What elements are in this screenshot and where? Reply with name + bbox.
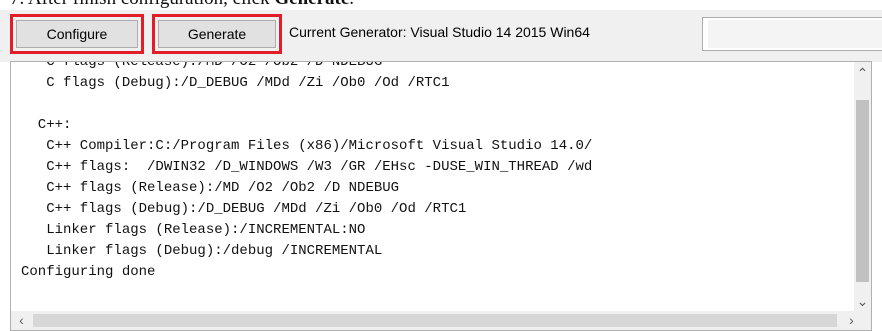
output-line: C++ flags (Release):/MD /O2 /Ob2 /D NDEB… [21, 180, 400, 196]
progress-field-inner [708, 20, 882, 48]
output-log-text: C flags (Release):/MD /O2 /Ob2 /D NDEBUG… [11, 61, 853, 312]
generate-button[interactable]: Generate [158, 20, 276, 48]
instruction-bold: Generate [274, 0, 349, 9]
vertical-scrollbar[interactable]: ⌃ ⌄ [854, 62, 871, 313]
chevron-right-icon[interactable]: › [843, 313, 860, 327]
chevron-left-icon[interactable]: ‹ [13, 313, 30, 327]
output-line: C++ flags: /DWIN32 /D_WINDOWS /W3 /GR /E… [21, 159, 593, 175]
output-line: C flags (Release):/MD /O2 /Ob2 /D NDEBUG [21, 61, 383, 70]
instruction-tail: . [349, 0, 354, 9]
configure-highlight: Configure [10, 14, 144, 54]
output-line: C flags (Debug):/D_DEBUG /MDd /Zi /Ob0 /… [21, 75, 450, 91]
configure-button[interactable]: Configure [16, 20, 138, 48]
vertical-scroll-thumb[interactable] [856, 100, 869, 282]
horizontal-scroll-thumb[interactable] [33, 314, 837, 327]
output-line: C++ Compiler:C:/Program Files (x86)/Micr… [21, 138, 593, 154]
current-generator-label: Current Generator: Visual Studio 14 2015… [289, 24, 590, 40]
chevron-down-icon[interactable]: ⌄ [854, 294, 871, 308]
horizontal-scrollbar[interactable]: ‹ › [11, 311, 871, 330]
output-line: C++ flags (Debug):/D_DEBUG /MDd /Zi /Ob0… [21, 201, 467, 217]
output-log[interactable]: C flags (Release):/MD /O2 /Ob2 /D NDEBUG… [10, 61, 872, 331]
output-line: Linker flags (Debug):/debug /INCREMENTAL [21, 243, 383, 259]
instruction-text: 7. After finish configuration, click Gen… [10, 0, 880, 10]
output-line: Configuring done [21, 264, 156, 280]
output-line: C++: [21, 117, 72, 133]
instruction-prefix: 7. After finish configuration, click [10, 0, 274, 9]
chevron-up-icon[interactable]: ⌃ [854, 66, 871, 80]
generate-highlight: Generate [152, 14, 282, 54]
output-line: Linker flags (Release):/INCREMENTAL:NO [21, 222, 366, 238]
